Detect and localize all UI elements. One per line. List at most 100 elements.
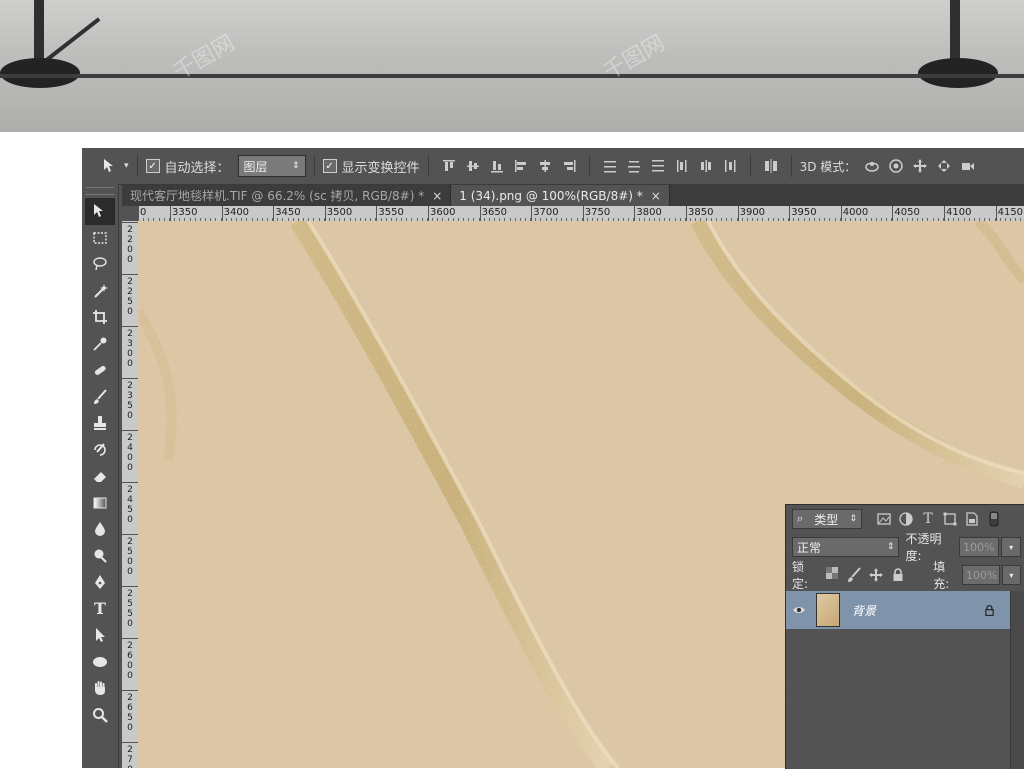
lock-label: 锁定:	[792, 560, 809, 591]
ruler-label: 2 5 0 0	[127, 537, 133, 577]
blend-mode-dropdown[interactable]: 正常 ⇕	[792, 537, 900, 557]
ellipse-tool-icon[interactable]	[85, 649, 115, 676]
tool-preset-dropdown-icon[interactable]: ▾	[124, 161, 129, 171]
auto-select-value: 图层	[243, 159, 268, 174]
tab-label: 现代客厅地毯样机.TIF @ 66.2% (sc 拷贝, RGB/8#) *	[130, 189, 425, 203]
document-tab[interactable]: 现代客厅地毯样机.TIF @ 66.2% (sc 拷贝, RGB/8#) * ×	[122, 185, 452, 206]
close-icon[interactable]: ×	[432, 189, 442, 203]
move-tool-icon[interactable]	[85, 198, 115, 225]
ruler-tick	[122, 274, 138, 275]
horizontal-ruler: 0 3350 3400 3450 3500 3550 3600 3650 3700 3750 380…	[138, 206, 1024, 222]
zoom-tool-icon[interactable]	[85, 702, 115, 729]
ruler-tick	[170, 206, 171, 221]
auto-align-icon[interactable]	[763, 158, 779, 174]
filter-type-icon[interactable]: T	[920, 511, 936, 527]
lock-all-icon[interactable]	[890, 567, 906, 583]
distribute-bottom-icon[interactable]	[650, 158, 666, 174]
vertical-ruler: 2 2 0 0 2 2 5 0 2 3 0 0 2 3 5 0 2 4 0 0 2 4 5…	[122, 221, 139, 768]
layers-panel: ⌕ 类型 ⇕ T 正常 ⇕ 不透明度: 100% ▾ 锁定: 填充: 100% …	[785, 504, 1024, 769]
document-tab-bar: 现代客厅地毯样机.TIF @ 66.2% (sc 拷贝, RGB/8#) * ×…	[122, 185, 1024, 206]
align-hcenter-icon[interactable]	[537, 158, 553, 174]
layers-panel-scrollbar[interactable]	[1010, 591, 1024, 769]
show-transform-label: 显示变换控件	[341, 160, 420, 176]
pan-3d-icon[interactable]	[912, 158, 928, 174]
ruler-tick	[122, 222, 138, 223]
slide-3d-icon[interactable]	[936, 158, 952, 174]
ruler-label: 4000	[842, 207, 869, 218]
dodge-tool-icon[interactable]	[85, 543, 115, 570]
align-top-icon[interactable]	[441, 158, 457, 174]
rotate-3d-icon[interactable]	[864, 158, 880, 174]
history-brush-tool-icon[interactable]	[85, 437, 115, 464]
distribute-vcenter-icon[interactable]	[626, 158, 642, 174]
dropdown-arrows-icon: ⇕	[886, 542, 895, 552]
show-transform-checkbox[interactable]: ✓	[322, 159, 337, 173]
distribute-right-icon[interactable]	[722, 158, 738, 174]
eraser-tool-icon[interactable]	[85, 463, 115, 490]
document-tab-active[interactable]: 1 (34).png @ 100%(RGB/8#) * ×	[451, 185, 670, 206]
layer-filter-dropdown[interactable]: ⌕ 类型 ⇕	[792, 509, 862, 529]
ruler-tick	[221, 206, 223, 221]
ruler-tick	[122, 690, 138, 691]
ruler-label: 4050	[894, 207, 920, 218]
gradient-tool-icon[interactable]	[85, 490, 115, 517]
lock-image-pixels-icon[interactable]	[846, 567, 862, 583]
scale-3d-icon[interactable]	[960, 158, 976, 174]
ruler-tick	[122, 586, 138, 587]
panel-grip[interactable]	[86, 187, 114, 195]
healing-brush-tool-icon[interactable]	[85, 357, 115, 384]
close-icon[interactable]: ×	[651, 189, 661, 203]
lasso-tool-icon[interactable]	[85, 251, 115, 278]
tools-panel: T	[82, 184, 119, 768]
filter-image-icon[interactable]	[876, 511, 892, 527]
marquee-tool-icon[interactable]	[85, 225, 115, 252]
divider	[427, 155, 429, 177]
move-tool-icon[interactable]	[102, 158, 118, 174]
ruler-label: 4100	[946, 207, 972, 218]
roll-3d-icon[interactable]	[888, 158, 904, 174]
fill-input[interactable]: 100%	[961, 565, 1000, 585]
ruler-label: 2 4 0 0	[127, 433, 133, 473]
blur-tool-icon[interactable]	[85, 516, 115, 543]
filter-toggle-icon[interactable]	[989, 511, 1005, 527]
lock-transparent-pixels-icon[interactable]	[825, 567, 841, 583]
type-tool-icon[interactable]: T	[85, 596, 115, 623]
distribute-left-icon[interactable]	[674, 158, 690, 174]
opacity-slider-toggle[interactable]: ▾	[1001, 537, 1021, 557]
lock-position-icon[interactable]	[868, 567, 884, 583]
magic-wand-tool-icon[interactable]	[85, 278, 115, 305]
ruler-tick	[122, 742, 138, 743]
filter-adjustment-icon[interactable]	[898, 511, 914, 527]
fill-slider-toggle[interactable]: ▾	[1001, 565, 1021, 585]
layer-row-background[interactable]: 背景	[786, 591, 1010, 629]
align-bottom-icon[interactable]	[489, 158, 505, 174]
pen-tool-icon[interactable]	[85, 569, 115, 596]
clone-stamp-tool-icon[interactable]	[85, 410, 115, 437]
align-right-icon[interactable]	[561, 158, 577, 174]
hand-tool-icon[interactable]	[85, 675, 115, 702]
ruler-label: 2 4 5 0	[127, 485, 133, 525]
ruler-label: 2 2 0 0	[127, 225, 133, 265]
path-selection-tool-icon[interactable]	[85, 622, 115, 649]
opacity-input[interactable]: 100%	[959, 537, 1000, 557]
auto-select-checkbox[interactable]: ✓	[145, 159, 160, 173]
ruler-label: 3850	[688, 207, 714, 218]
ruler-tick	[122, 430, 138, 431]
brush-tool-icon[interactable]	[85, 384, 115, 411]
crop-tool-icon[interactable]	[85, 304, 115, 331]
eyedropper-tool-icon[interactable]	[85, 331, 115, 358]
ruler-tick	[789, 206, 791, 221]
ruler-label: 2 3 0 0	[127, 329, 133, 369]
align-left-icon[interactable]	[513, 158, 529, 174]
ruler-tick	[122, 378, 138, 379]
filter-smart-object-icon[interactable]	[964, 511, 980, 527]
distribute-hcenter-icon[interactable]	[698, 158, 714, 174]
align-vcenter-icon[interactable]	[465, 158, 481, 174]
filter-shape-icon[interactable]	[942, 511, 958, 527]
eye-icon[interactable]	[786, 603, 812, 617]
auto-select-label: 自动选择：	[164, 160, 230, 176]
mode-3d-label: 3D 模式：	[799, 159, 857, 174]
distribute-top-icon[interactable]	[602, 158, 618, 174]
auto-select-dropdown[interactable]: 图层 ⇕	[237, 155, 306, 177]
ruler-tick	[634, 206, 636, 221]
